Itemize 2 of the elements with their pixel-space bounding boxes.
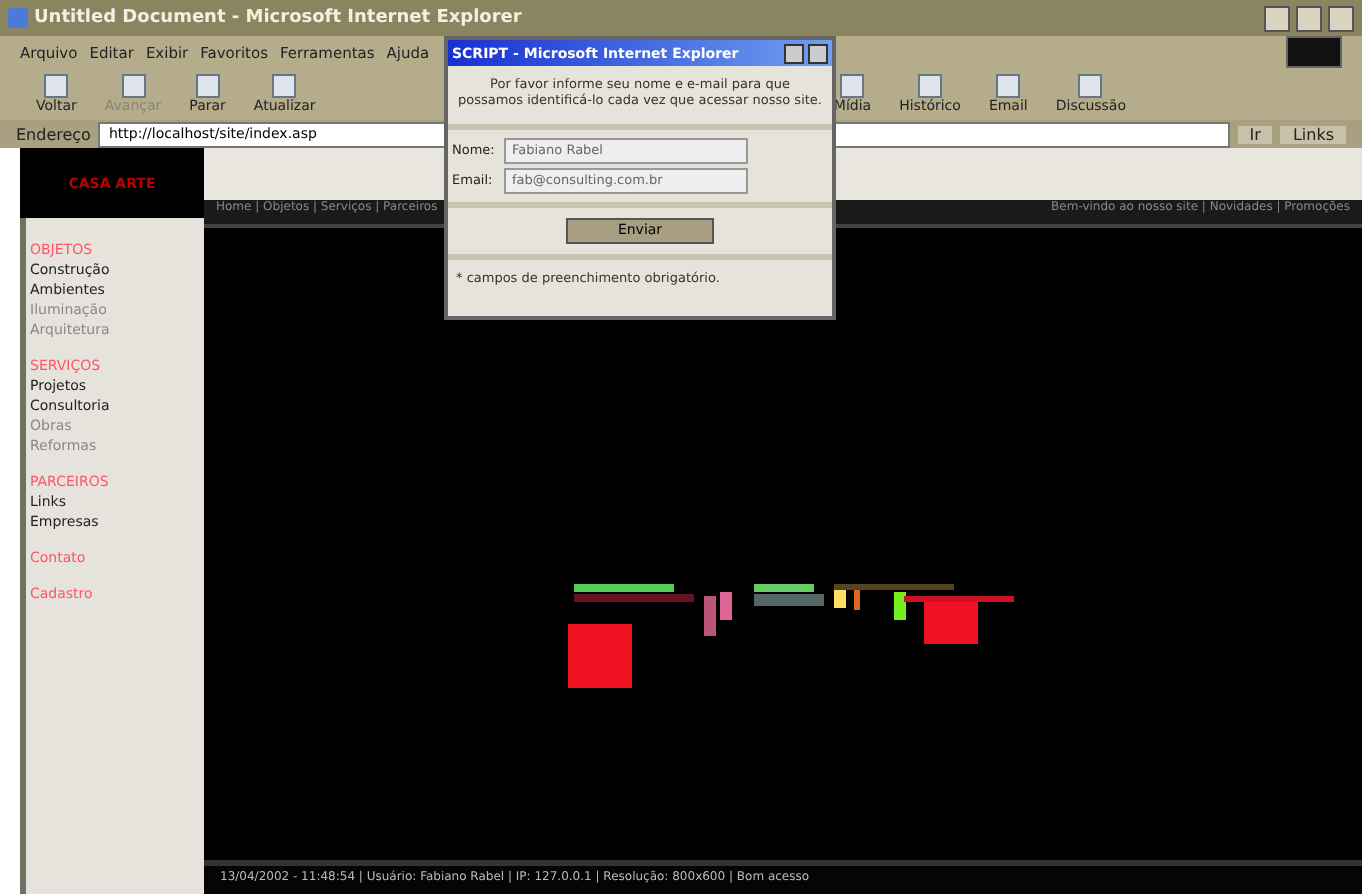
address-label: Endereço (16, 125, 91, 143)
window-title: Untitled Document - Microsoft Internet Explorer (34, 8, 524, 28)
